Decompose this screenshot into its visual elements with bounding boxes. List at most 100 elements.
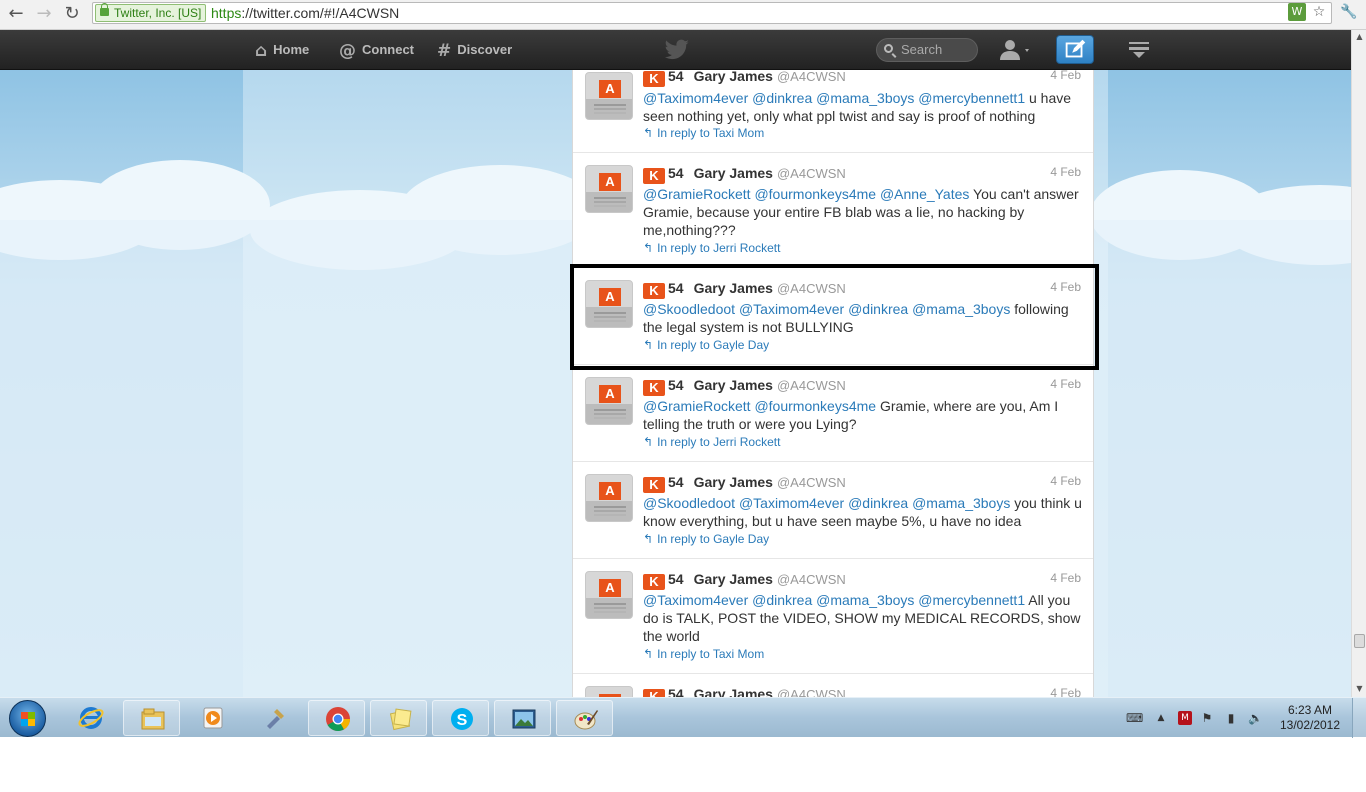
- klout-icon[interactable]: K: [643, 71, 665, 87]
- in-reply-to-label: In reply to Jerri Rockett: [657, 241, 781, 255]
- start-icon[interactable]: [9, 700, 46, 737]
- tweet-timestamp[interactable]: 4 Feb: [1050, 165, 1081, 179]
- avatar[interactable]: A: [585, 474, 633, 522]
- tweet-author-handle[interactable]: @A4CWSN: [777, 378, 846, 393]
- in-reply-to-link[interactable]: ↰ In reply to Taxi Mom: [643, 647, 764, 661]
- tweet-timestamp[interactable]: 4 Feb: [1050, 377, 1081, 391]
- show-desktop-button[interactable]: [1352, 698, 1366, 738]
- ssl-badge[interactable]: Twitter, Inc. [US]: [95, 3, 207, 22]
- keyboard-icon[interactable]: ⌨: [1126, 711, 1143, 725]
- avatar[interactable]: A: [585, 377, 633, 425]
- tweet-item[interactable]: A K 54 Gary James @A4CWSN 4 Feb @GramieRock…: [573, 365, 1093, 462]
- wrench-icon[interactable]: 🔧: [1340, 3, 1358, 21]
- tweet-author-handle[interactable]: @A4CWSN: [777, 281, 846, 296]
- page-scrollbar[interactable]: ▲ ▼: [1351, 30, 1366, 697]
- network-signal-icon[interactable]: ▮: [1224, 711, 1238, 725]
- tweet-item[interactable]: A K54 Gary James @A4CWSN 4 Feb: [573, 674, 1093, 697]
- tweet-author-handle[interactable]: @A4CWSN: [777, 475, 846, 490]
- scroll-down-arrow-icon[interactable]: ▼: [1352, 682, 1366, 696]
- tweet-timestamp[interactable]: 4 Feb: [1050, 280, 1081, 294]
- klout-icon[interactable]: K: [643, 574, 665, 590]
- tweet-author-name[interactable]: Gary James: [694, 686, 773, 697]
- taskbar-skype[interactable]: S: [432, 700, 489, 736]
- reload-icon[interactable]: ↻: [60, 2, 84, 26]
- search-input[interactable]: Search: [876, 38, 978, 62]
- taskbar-internet-explorer[interactable]: [62, 700, 119, 736]
- tweet-item[interactable]: A K 54 Gary James @A4CWSN 4 Feb @Skoodledoo…: [573, 462, 1093, 559]
- tweet-item[interactable]: A K 54 Gary James @A4CWSN 4 Feb @Taximom4ev…: [573, 70, 1093, 153]
- tweet-author-name[interactable]: Gary James: [694, 377, 773, 393]
- tweet-author-handle[interactable]: @A4CWSN: [777, 70, 846, 84]
- action-center-icon[interactable]: ⚑: [1200, 711, 1214, 725]
- user-menu-icon[interactable]: [998, 39, 1034, 61]
- tweet-author-name[interactable]: Gary James: [694, 474, 773, 490]
- tweet-author-handle[interactable]: @A4CWSN: [777, 166, 846, 181]
- taskbar-paint[interactable]: [556, 700, 613, 736]
- in-reply-to-link[interactable]: ↰ In reply to Jerri Rockett: [643, 435, 780, 449]
- twitter-bird-icon[interactable]: [660, 39, 690, 61]
- tweet-author-name[interactable]: Gary James: [694, 165, 773, 181]
- tweet-timestamp[interactable]: 4 Feb: [1050, 70, 1081, 82]
- taskbar-tools[interactable]: [246, 700, 303, 736]
- klout-score: 54: [668, 377, 684, 393]
- extension-icon[interactable]: W: [1288, 3, 1306, 21]
- tweet-timestamp[interactable]: 4 Feb: [1050, 571, 1081, 585]
- klout-icon[interactable]: K: [643, 380, 665, 396]
- in-reply-to-link[interactable]: ↰ In reply to Gayle Day: [643, 532, 769, 546]
- tweet-author-name[interactable]: Gary James: [694, 70, 773, 84]
- klout-icon[interactable]: K: [643, 689, 665, 697]
- nav-discover[interactable]: # Discover: [437, 30, 512, 70]
- nav-connect[interactable]: @ Connect: [339, 30, 414, 70]
- taskbar-file-explorer[interactable]: [123, 700, 180, 736]
- avatar[interactable]: A: [585, 686, 633, 697]
- klout-icon[interactable]: K: [643, 168, 665, 184]
- tweet-mentions[interactable]: @GramieRockett @fourmonkeys4me: [643, 398, 876, 414]
- tweet-item[interactable]: A K 54 Gary James @A4CWSN 4 Feb @Skoodledoo…: [573, 268, 1093, 365]
- taskbar-photo-viewer[interactable]: [494, 700, 551, 736]
- home-icon: ⌂: [255, 41, 268, 61]
- avatar[interactable]: A: [585, 280, 633, 328]
- klout-icon[interactable]: K: [643, 477, 665, 493]
- scroll-up-arrow-icon[interactable]: ▲: [1352, 30, 1366, 44]
- mcafee-shield-icon[interactable]: M: [1178, 711, 1192, 725]
- clock-date: 13/02/2012: [1279, 718, 1341, 732]
- tweet-author-handle[interactable]: @A4CWSN: [777, 687, 846, 697]
- in-reply-to-link[interactable]: ↰ In reply to Taxi Mom: [643, 126, 764, 140]
- tweet-item[interactable]: A K 54 Gary James @A4CWSN 4 Feb @Taximom4ev…: [573, 559, 1093, 674]
- taskbar-chrome[interactable]: [308, 700, 365, 736]
- show-hidden-icons-icon[interactable]: ▲: [1154, 711, 1168, 725]
- system-clock[interactable]: 6:23 AM 13/02/2012: [1276, 703, 1344, 733]
- address-bar[interactable]: Twitter, Inc. [US] https://twitter.com/#…: [92, 2, 1332, 24]
- avatar[interactable]: A: [585, 165, 633, 213]
- forward-arrow-icon[interactable]: →: [32, 2, 56, 26]
- nav-home[interactable]: ⌂ Home: [255, 30, 309, 70]
- in-reply-to-link[interactable]: ↰ In reply to Jerri Rockett: [643, 241, 780, 255]
- taskbar-sticky-notes[interactable]: [370, 700, 427, 736]
- tweet-item[interactable]: A K 54 Gary James @A4CWSN 4 Feb @GramieRock…: [573, 153, 1093, 268]
- in-reply-to-link[interactable]: ↰ In reply to Gayle Day: [643, 338, 769, 352]
- stream-settings-icon[interactable]: [1128, 40, 1150, 60]
- taskbar-media-player[interactable]: [184, 700, 241, 736]
- avatar[interactable]: A: [585, 571, 633, 619]
- tweet-author-name[interactable]: Gary James: [694, 280, 773, 296]
- volume-icon[interactable]: 🔈: [1248, 711, 1263, 725]
- tweet-timestamp[interactable]: 4 Feb: [1050, 474, 1081, 488]
- url-text[interactable]: https://twitter.com/#!/A4CWSN: [211, 5, 399, 21]
- tweet-mentions[interactable]: @Taximom4ever @dinkrea @mama_3boys @merc…: [643, 592, 1025, 608]
- tweet-mentions[interactable]: @Skoodledoot @Taximom4ever @dinkrea @mam…: [643, 495, 1010, 511]
- tweet-text: @Skoodledoot @Taximom4ever @dinkrea @mam…: [643, 494, 1083, 530]
- star-icon[interactable]: ☆: [1310, 3, 1328, 21]
- back-arrow-icon[interactable]: ←: [4, 2, 28, 26]
- reply-arrow-icon: ↰: [643, 126, 654, 140]
- avatar[interactable]: A: [585, 72, 633, 120]
- tweet-mentions[interactable]: @GramieRockett @fourmonkeys4me @Anne_Yat…: [643, 186, 969, 202]
- scrollbar-thumb[interactable]: [1354, 634, 1365, 648]
- in-reply-to-label: In reply to Gayle Day: [657, 338, 770, 352]
- tweet-mentions[interactable]: @Taximom4ever @dinkrea @mama_3boys @merc…: [643, 90, 1025, 106]
- tweet-author-name[interactable]: Gary James: [694, 571, 773, 587]
- tweet-timestamp[interactable]: 4 Feb: [1050, 686, 1081, 697]
- tweet-mentions[interactable]: @Skoodledoot @Taximom4ever @dinkrea @mam…: [643, 301, 1010, 317]
- tweet-author-handle[interactable]: @A4CWSN: [777, 572, 846, 587]
- klout-icon[interactable]: K: [643, 283, 665, 299]
- compose-tweet-button[interactable]: [1056, 35, 1094, 64]
